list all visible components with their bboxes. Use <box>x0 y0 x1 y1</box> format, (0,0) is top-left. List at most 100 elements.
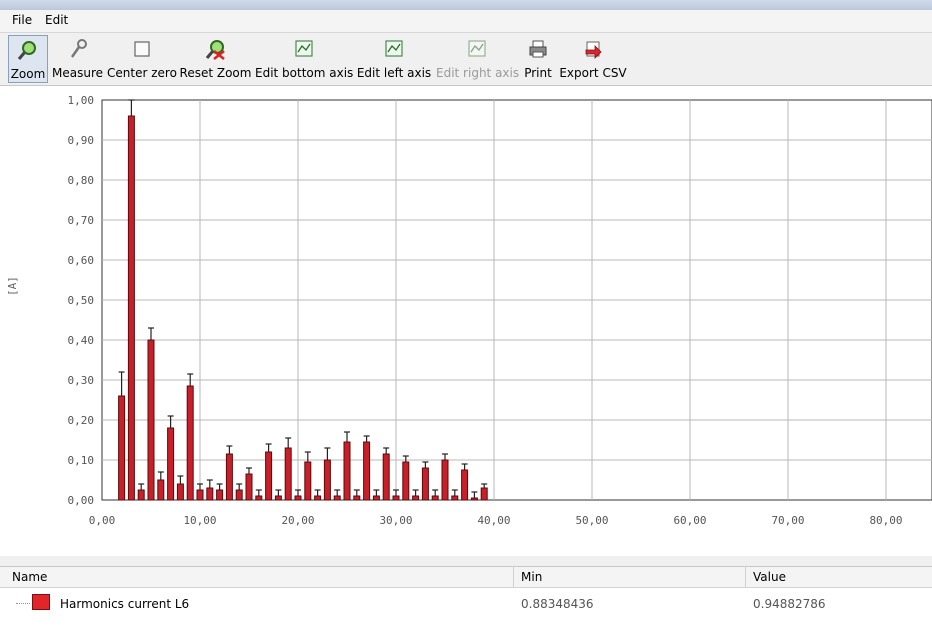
y-tick-label: 1,00 <box>68 94 95 107</box>
checkbox-icon <box>134 41 150 57</box>
edit-right-axis-button[interactable]: Edit right axis <box>436 35 520 83</box>
header-min[interactable]: Min <box>521 570 542 584</box>
harmonic-bar <box>451 495 459 501</box>
harmonic-bar <box>147 339 155 501</box>
measure-button[interactable]: Measure <box>51 35 104 83</box>
zoom-icon <box>17 41 36 60</box>
harmonic-bar <box>412 495 420 501</box>
harmonic-bar <box>137 489 145 501</box>
harmonic-bar <box>265 451 273 501</box>
column-separator[interactable] <box>513 567 514 587</box>
reset-zoom-icon <box>205 40 225 60</box>
measure-label: Measure <box>52 66 103 80</box>
printer-icon <box>529 40 547 58</box>
harmonic-bar <box>206 487 214 501</box>
harmonic-bar <box>392 495 400 501</box>
harmonic-bar <box>461 469 469 501</box>
harmonic-bar <box>382 453 390 501</box>
x-tick-label: 80,00 <box>869 514 902 527</box>
harmonic-bar <box>284 447 292 501</box>
harmonic-bar <box>372 495 380 501</box>
harmonic-bar <box>274 495 282 501</box>
toolbar: Zoom Measure Center zero Reset Zoom Edit… <box>0 33 932 86</box>
center-zero-button[interactable]: Center zero <box>106 35 178 83</box>
harmonic-bar <box>480 487 488 501</box>
edit-left-axis-button[interactable]: Edit left axis <box>356 35 432 83</box>
x-tick-label: 30,00 <box>379 514 412 527</box>
zoom-button[interactable]: Zoom <box>8 35 48 83</box>
column-separator[interactable] <box>745 567 746 587</box>
menu-file[interactable]: File <box>12 13 32 27</box>
header-name[interactable]: Name <box>12 570 47 584</box>
axis-chart-icon <box>295 40 313 57</box>
harmonic-bar <box>363 441 371 501</box>
y-tick-label: 0,20 <box>68 414 95 427</box>
row-min-value: 0.88348436 <box>521 597 594 611</box>
export-icon <box>585 41 602 59</box>
harmonic-bar <box>343 441 351 501</box>
print-button[interactable]: Print <box>522 35 554 83</box>
harmonic-bar <box>196 489 204 501</box>
harmonics-chart: 0,00 10,00 20,00 30,00 40,00 50,00 60,00 70,00 8… <box>6 94 932 527</box>
y-tick-label: 0,00 <box>68 494 95 507</box>
harmonic-bar <box>235 489 243 501</box>
y-tick-label: 0,50 <box>68 294 95 307</box>
measure-icon <box>70 39 87 58</box>
row-current-value: 0.94882786 <box>753 597 826 611</box>
x-tick-label: 0,00 <box>89 514 116 527</box>
row-series-name: Harmonics current L6 <box>60 597 190 611</box>
export-csv-label: Export CSV <box>559 66 627 80</box>
x-tick-label: 70,00 <box>771 514 804 527</box>
axis-chart-icon <box>385 40 403 57</box>
x-tick-label: 10,00 <box>183 514 216 527</box>
header-value[interactable]: Value <box>753 570 786 584</box>
edit-bottom-axis-label: Edit bottom axis <box>255 66 354 80</box>
print-label: Print <box>524 66 552 80</box>
harmonic-bar <box>127 115 135 501</box>
edit-bottom-axis-button[interactable]: Edit bottom axis <box>255 35 353 83</box>
tree-connector <box>16 603 30 604</box>
y-tick-label: 0,30 <box>68 374 95 387</box>
edit-right-axis-label: Edit right axis <box>436 66 520 80</box>
harmonic-bar <box>333 495 341 501</box>
x-tick-label: 20,00 <box>281 514 314 527</box>
harmonic-bar <box>255 495 263 501</box>
legend-table: Name Min Value Harmonics current L6 0.88… <box>0 566 932 628</box>
harmonic-bar <box>421 467 429 501</box>
harmonic-bar <box>323 459 331 501</box>
harmonic-bar <box>216 489 224 501</box>
harmonic-bar <box>402 461 410 501</box>
y-tick-label: 0,10 <box>68 454 95 467</box>
zoom-label: Zoom <box>10 67 46 81</box>
harmonic-bar <box>431 495 439 501</box>
series-color-swatch <box>32 594 50 610</box>
harmonic-bar <box>167 427 175 501</box>
center-zero-label: Center zero <box>107 66 177 80</box>
y-axis-label: [A] <box>6 276 19 296</box>
harmonic-bar <box>118 395 126 501</box>
harmonic-bar <box>157 479 165 501</box>
x-axis-ticks: 0,00 10,00 20,00 30,00 40,00 50,00 60,00 70,00 8… <box>89 514 903 527</box>
chart-grid <box>101 99 932 501</box>
y-tick-label: 0,80 <box>68 174 95 187</box>
legend-header: Name Min Value <box>0 567 932 588</box>
harmonic-bar <box>225 453 233 501</box>
menu-bar: File Edit <box>0 10 932 33</box>
harmonic-bar <box>186 385 194 501</box>
export-csv-button[interactable]: Export CSV <box>559 35 627 83</box>
harmonic-bar <box>304 461 312 501</box>
x-tick-label: 50,00 <box>575 514 608 527</box>
window-title-strip <box>0 0 932 10</box>
reset-zoom-button[interactable]: Reset Zoom <box>179 35 252 83</box>
plot-area[interactable]: 0,00 10,00 20,00 30,00 40,00 50,00 60,00 70,00 8… <box>0 86 932 556</box>
y-tick-label: 0,40 <box>68 334 95 347</box>
harmonic-bar <box>245 473 253 501</box>
harmonic-bar <box>441 459 449 501</box>
axis-chart-icon <box>468 40 486 57</box>
x-tick-label: 40,00 <box>477 514 510 527</box>
harmonic-bar <box>176 483 184 501</box>
harmonic-bar <box>470 497 478 501</box>
y-tick-label: 0,90 <box>68 134 95 147</box>
menu-edit[interactable]: Edit <box>45 13 68 27</box>
harmonic-bar <box>294 495 302 501</box>
